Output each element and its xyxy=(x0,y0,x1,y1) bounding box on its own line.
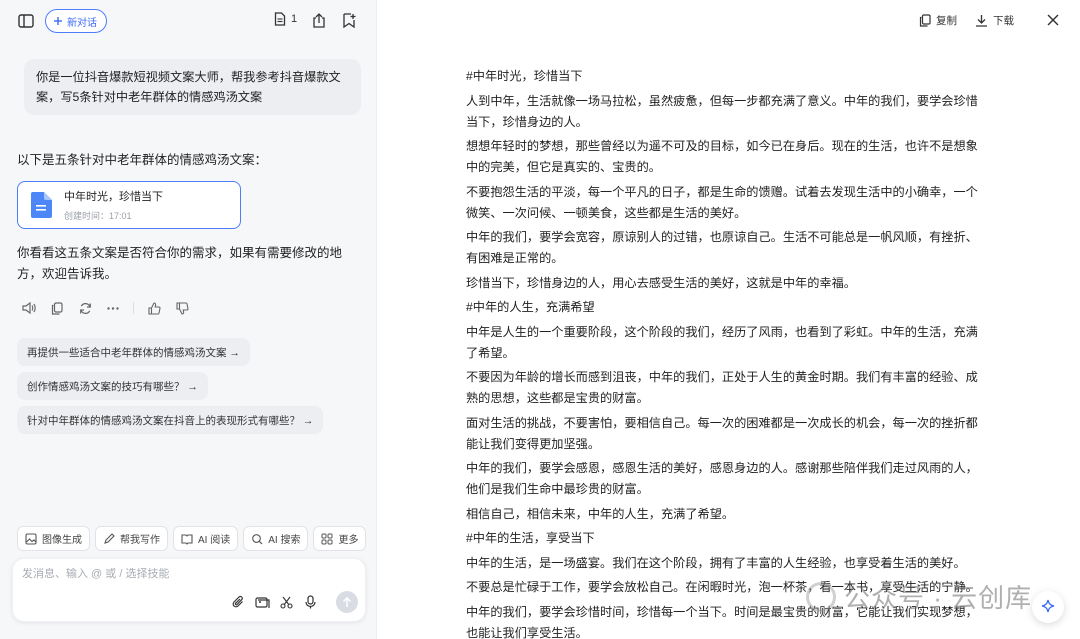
regenerate-icon[interactable] xyxy=(73,300,97,316)
more-skills-button[interactable]: 更多 xyxy=(313,526,367,551)
thumbs-up-icon[interactable] xyxy=(142,300,166,316)
doc-heading-2: #中年的人生，充满希望 xyxy=(466,300,595,314)
doc-paragraph: 想想年轻时的梦想，那些曾经以为遥不可及的目标，如今已在身后。现在的生活，也许不是… xyxy=(466,139,978,174)
doc-paragraph: 不要因为年龄的增长而感到沮丧，中年的我们，正处于人生的黄金时期。我们有丰富的经验… xyxy=(466,370,978,405)
assistant-reply: 你看看这五条文案是否符合你的需求，如果有需要修改的地方，欢迎告诉我。 xyxy=(17,246,343,281)
doc-paragraph: 珍惜当下，珍惜身边的人，用心去感受生活的美好，这就是中年的幸福。 xyxy=(466,275,856,290)
image-icon xyxy=(25,532,37,545)
send-button[interactable] xyxy=(336,591,358,613)
image-gen-label: 图像生成 xyxy=(42,535,82,546)
download-button[interactable]: 下载 xyxy=(975,13,1014,28)
doc-paragraph: 中年的我们，要学会宽容，原谅别人的过错，也原谅自己。生活不可能总是一帆风顺，有挫… xyxy=(466,230,978,265)
arrow-up-icon xyxy=(342,596,352,607)
message-actions xyxy=(17,300,198,316)
message-composer xyxy=(12,558,366,622)
sparkle-icon xyxy=(1041,599,1055,613)
ai-search-label: AI 搜索 xyxy=(268,535,301,546)
copy-doc-button[interactable]: 复制 xyxy=(919,13,957,28)
document-icon xyxy=(274,12,286,26)
copy-doc-icon xyxy=(919,14,931,27)
download-icon xyxy=(976,15,987,27)
close-icon[interactable] xyxy=(1046,13,1060,27)
ai-search-button[interactable]: AI 搜索 xyxy=(243,526,309,551)
suggestion-2[interactable]: 创作情感鸡汤文案的技巧有哪些？ → xyxy=(17,372,208,400)
doc-paragraph: 不要抱怨生活的平淡，每一个平凡的日子，都是生命的馈赠。试着去发现生活中的小确幸，… xyxy=(466,184,978,220)
file-card-meta: 创建时间：17:01 xyxy=(64,211,132,221)
thumbs-down-icon[interactable] xyxy=(170,300,194,316)
ai-read-label: AI 阅读 xyxy=(198,535,231,546)
share-icon[interactable] xyxy=(311,12,327,28)
assistant-fab-button[interactable] xyxy=(1032,591,1064,623)
pen-icon xyxy=(104,532,115,544)
message-input[interactable] xyxy=(22,568,322,580)
skill-toolbar: 图像生成 帮我写作 AI 阅读 AI 搜索 更多 xyxy=(17,526,367,551)
doc-file-icon xyxy=(30,192,52,218)
speaker-icon[interactable] xyxy=(17,300,41,316)
doc-paragraph: 中年的我们，要学会感恩，感恩生活的美好，感恩身边的人。感谢那些陪伴我们走过风雨的… xyxy=(466,461,978,496)
file-card-title: 中年时光，珍惜当下 xyxy=(64,191,163,203)
grid-icon xyxy=(321,533,333,544)
copy-doc-label: 复制 xyxy=(936,15,957,27)
chat-panel: 新对话 1 你是一位抖音爆款短视频文案大师，帮我参考抖音爆款文案，写5条针对中老… xyxy=(0,0,377,639)
copy-icon[interactable] xyxy=(45,300,69,316)
suggestion-3[interactable]: 针对中年群体的情感鸡汤文案在抖音上的表现形式有哪些？ → xyxy=(17,406,324,434)
actions-divider xyxy=(133,302,134,314)
read-icon xyxy=(181,533,193,545)
doc-paragraph: 中年是人生的一个重要阶段，这个阶段的我们，经历了风雨，也看到了彩虹。中年的生活，… xyxy=(466,324,978,360)
document-count: 1 xyxy=(291,13,298,25)
image-gen-button[interactable]: 图像生成 xyxy=(17,526,90,551)
chat-header: 新对话 1 xyxy=(0,0,377,42)
bookmark-add-icon[interactable] xyxy=(341,12,357,28)
writing-label: 帮我写作 xyxy=(120,535,160,546)
image-upload-icon[interactable] xyxy=(254,594,270,610)
microphone-icon[interactable] xyxy=(302,594,318,610)
documents-button[interactable]: 1 xyxy=(274,12,297,26)
file-card[interactable]: 中年时光，珍惜当下 创建时间：17:01 xyxy=(17,181,241,229)
doc-paragraph: 中年的生活，是一场盛宴。我们在这个阶段，拥有了丰富的人生经验，也享受着生活的美好… xyxy=(466,555,966,570)
ai-read-button[interactable]: AI 阅读 xyxy=(173,526,239,551)
more-skills-label: 更多 xyxy=(338,535,359,546)
assistant-intro: 以下是五条针对中老年群体的情感鸡汤文案： xyxy=(17,153,268,167)
doc-heading-3: #中年的生活，享受当下 xyxy=(466,531,595,545)
search-icon xyxy=(252,533,263,544)
plus-icon xyxy=(54,17,62,25)
attach-icon[interactable] xyxy=(230,594,246,610)
doc-paragraph: 面对生活的挑战，不要害怕，要相信自己。每一次的困难都是一次成长的机会，每一次的挫… xyxy=(466,415,978,451)
suggestion-1[interactable]: 再提供一些适合中老年群体的情感鸡汤文案 → xyxy=(17,338,250,366)
doc-paragraph: 人到中年，生活就像一场马拉松，虽然疲惫，但每一步都充满了意义。中年的我们，要学会… xyxy=(466,93,978,129)
writing-button[interactable]: 帮我写作 xyxy=(95,526,168,551)
scissors-icon[interactable] xyxy=(278,594,294,610)
doc-heading-1: #中年时光，珍惜当下 xyxy=(466,69,583,83)
watermark: 公众号 · 云创库 xyxy=(806,578,1032,615)
watermark-text: 公众号 · 云创库 xyxy=(844,583,1033,613)
composer-icons xyxy=(230,594,318,610)
new-chat-button[interactable]: 新对话 xyxy=(45,9,107,33)
wechat-logo-icon xyxy=(806,581,836,612)
download-label: 下载 xyxy=(993,15,1014,27)
new-chat-label: 新对话 xyxy=(67,17,97,29)
user-message: 你是一位抖音爆款短视频文案大师，帮我参考抖音爆款文案，写5条针对中老年群体的情感… xyxy=(24,59,361,115)
more-icon[interactable] xyxy=(101,300,125,316)
document-content: #中年时光，珍惜当下 人到中年，生活就像一场马拉松，虽然疲惫，但每一步都充满了意… xyxy=(466,66,986,639)
sidebar-toggle-icon[interactable] xyxy=(17,12,35,30)
doc-paragraph: 相信自己，相信未来，中年的人生，充满了希望。 xyxy=(466,506,735,521)
